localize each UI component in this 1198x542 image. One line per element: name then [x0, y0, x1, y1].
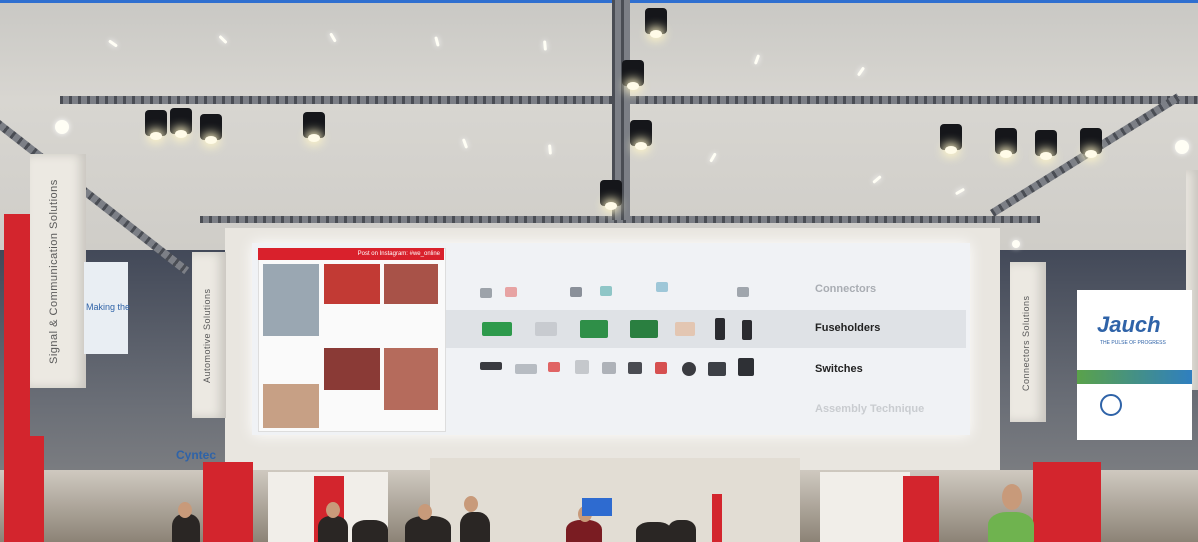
- component-icon: [738, 358, 754, 376]
- jauch-tagline: THE PULSE OF PROGRESS: [1100, 340, 1166, 346]
- row-label-assembly: Assembly Technique: [815, 403, 925, 415]
- red-display-block: [22, 436, 44, 542]
- stage-lamp: [200, 114, 222, 144]
- social-panel-header: Post on Instagram: #we_online: [258, 248, 444, 260]
- background-banner-text: Making the: [86, 302, 131, 312]
- red-display-block: [903, 476, 939, 542]
- red-display-block: [203, 462, 253, 542]
- visitor-head: [464, 496, 478, 512]
- visitor: [172, 514, 200, 542]
- hall-light: [1012, 240, 1020, 248]
- photo-thumbnail: [324, 264, 380, 304]
- stage-lamp: [303, 112, 325, 142]
- photo-thumbnail: [263, 264, 319, 336]
- component-icon: [742, 320, 752, 340]
- component-icon: [708, 362, 726, 376]
- component-icon: [628, 362, 642, 374]
- component-icon: [505, 287, 517, 297]
- photo-thumbnail: [384, 264, 438, 304]
- banner-text-automotive: Automotive Solutions: [202, 288, 212, 384]
- monitor: [582, 498, 612, 516]
- stage-lamp: [600, 180, 622, 210]
- stage-lamp: [170, 108, 192, 138]
- stage-lamp: [995, 128, 1017, 158]
- frame-border: [0, 0, 1198, 3]
- visitor: [988, 512, 1034, 542]
- red-display-block: [1033, 462, 1101, 542]
- visitor: [352, 520, 388, 542]
- visitor-head: [178, 502, 192, 518]
- component-icon: [570, 287, 582, 297]
- component-icon: [580, 320, 608, 338]
- photo-thumbnail: [384, 348, 438, 410]
- component-icon: [515, 364, 537, 374]
- banner-text-connectors: Connectors Solutions: [1021, 295, 1031, 391]
- hall-light: [1175, 140, 1189, 154]
- jauch-color-band: [1077, 370, 1192, 384]
- jauch-logo: Jauch: [1097, 312, 1161, 337]
- component-icon: [602, 362, 616, 374]
- visitor: [405, 516, 451, 542]
- trade-show-booth-photo: Post on Instagram: #we_online Connectors…: [0, 0, 1198, 542]
- component-icon: [480, 362, 502, 370]
- component-icon: [675, 322, 695, 336]
- red-display-block: [712, 494, 722, 542]
- visitor-head: [326, 502, 340, 518]
- component-icon: [737, 287, 749, 297]
- component-icon: [482, 322, 512, 336]
- product-row-band: [446, 310, 966, 348]
- visitor: [566, 520, 602, 542]
- stage-lamp: [645, 8, 667, 38]
- row-label-connectors: Connectors: [815, 283, 877, 295]
- visitor: [636, 522, 672, 542]
- stage-lamp: [1080, 128, 1102, 158]
- component-icon: [715, 318, 725, 340]
- battery-icon: [1100, 394, 1122, 416]
- banner-text-signal: Signal & Communication Solutions: [48, 179, 60, 365]
- visitor-head: [418, 504, 432, 520]
- row-label-fuseholders: Fuseholders: [815, 322, 881, 334]
- stage-lamp: [630, 120, 652, 150]
- component-icon: [575, 360, 589, 374]
- visitor: [668, 520, 696, 542]
- component-icon: [682, 362, 696, 376]
- stage-lamp: [622, 60, 644, 90]
- cyntec-logo: Cyntec: [176, 448, 217, 462]
- photo-thumbnail: [324, 348, 380, 390]
- stage-lamp: [940, 124, 962, 154]
- visitor: [460, 512, 490, 542]
- component-icon: [600, 286, 612, 296]
- hall-light: [55, 120, 69, 134]
- component-icon: [535, 322, 557, 336]
- component-icon: [480, 288, 492, 298]
- component-icon: [548, 362, 560, 372]
- visitor: [318, 516, 348, 542]
- component-icon: [630, 320, 658, 338]
- stage-lamp: [145, 110, 167, 140]
- photo-thumbnail: [263, 384, 319, 428]
- visitor-head: [1002, 484, 1022, 510]
- booth-shelf: [820, 472, 910, 542]
- row-label-switches: Switches: [815, 363, 863, 375]
- stage-lamp: [1035, 130, 1057, 160]
- component-icon: [655, 362, 667, 374]
- component-icon: [656, 282, 668, 292]
